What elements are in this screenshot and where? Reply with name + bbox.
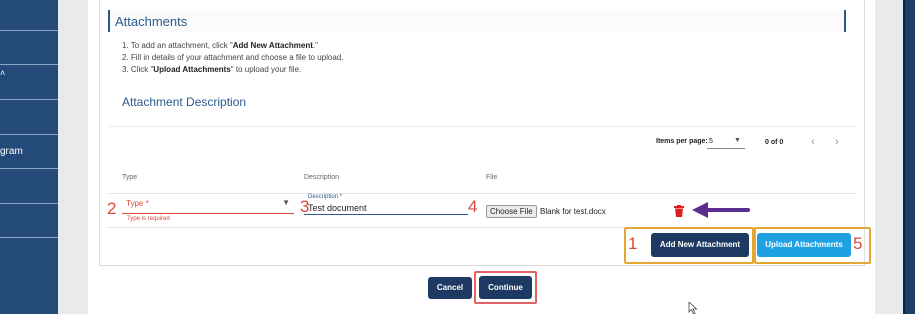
sidebar-item-glyph[interactable]: ˄ [0,68,5,78]
instruction-1-bold: Add New Attachment [232,41,313,50]
instruction-1-post: ." [312,41,318,50]
instruction-3-post: " to upload your file. [230,65,302,74]
sidebar-divider [0,64,58,65]
upload-attachments-button[interactable]: Upload Attachments [757,233,851,257]
sidebar-divider [0,30,58,31]
description-input[interactable]: Description * Test document [304,194,468,215]
description-floating-label: Description * [308,194,343,200]
chevron-right-icon[interactable]: › [835,136,839,148]
attachment-description-title: Attachment Description [122,95,247,109]
column-header-description: Description [304,174,340,181]
type-error-message: Type is required [127,216,170,222]
instruction-2-text: 2. Fill in details of your attachment an… [122,53,344,62]
instruction-3: 3. Click "Upload Attachments" to upload … [122,65,301,74]
table-header-divider [108,193,856,194]
section-divider [108,126,856,127]
right-edge [903,0,905,314]
instruction-2: 2. Fill in details of your attachment an… [122,53,343,62]
sidebar-divider [0,134,58,135]
add-new-attachment-button[interactable]: Add New Attachment [651,233,749,257]
sidebar-divider [0,99,58,100]
choose-file-button[interactable]: Choose File [486,205,537,218]
items-per-page-underline [707,148,745,149]
trash-icon[interactable] [674,205,684,217]
column-header-file: File [486,174,498,181]
dropdown-caret-icon[interactable]: ▼ [734,137,741,144]
mouse-cursor-icon [688,302,698,314]
type-select[interactable]: Type * ▼ [122,196,294,214]
sidebar-divider [0,203,58,204]
pointer-arrow-annotation [692,202,750,218]
sidebar-divider [0,168,58,169]
annotation-number-4: 4 [468,197,478,216]
items-per-page-label: Items per page: [656,138,708,145]
instruction-3-pre: 3. Click " [122,65,154,74]
caret-down-icon: ▼ [282,198,290,207]
column-header-type: Type [122,174,138,181]
attachments-header-bar [108,10,846,32]
instruction-1: 1. To add an attachment, click "Add New … [122,41,318,50]
type-placeholder: Type * [126,199,149,208]
sidebar-divider [0,237,58,238]
chevron-left-icon[interactable]: ‹ [811,136,815,148]
selected-file-name: Blank for test.docx [540,207,606,216]
pagination-count: 0 of 0 [765,139,784,146]
annotation-number-2: 2 [107,199,117,218]
description-value: Test document [308,203,367,213]
cancel-button[interactable]: Cancel [428,277,472,299]
items-per-page-select[interactable]: 5 [709,138,713,145]
attachments-title: Attachments [115,14,188,29]
continue-button[interactable]: Continue [479,276,532,299]
instruction-1-pre: 1. To add an attachment, click " [122,41,233,50]
right-scroll-region [903,0,915,314]
sidebar-item-program[interactable]: gram [0,146,23,157]
left-sidebar: ˄ gram [0,0,58,314]
annotation-number-5: 5 [853,234,863,253]
instruction-3-bold: Upload Attachments [153,65,231,74]
